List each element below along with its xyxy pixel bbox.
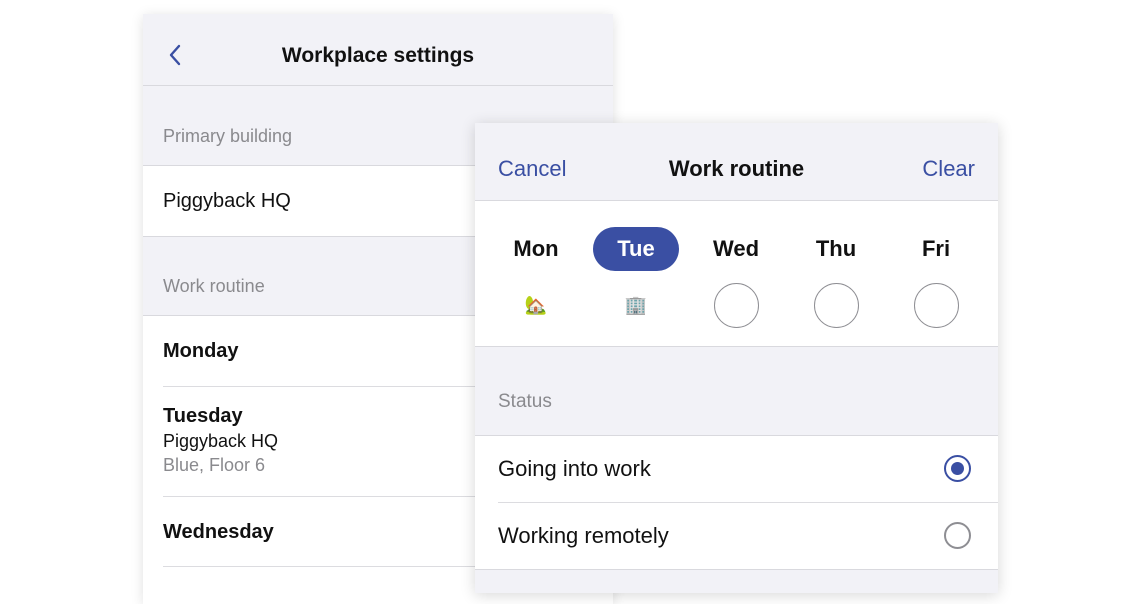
settings-title: Workplace settings [281, 44, 475, 67]
work-routine-modal: Cancel Work routine Clear Mon 🏡 Tue 🏢 We… [475, 123, 998, 593]
option-going-into-work[interactable]: Going into work [475, 436, 998, 503]
settings-header: Workplace settings [143, 14, 613, 86]
work-routine-label: Work routine [163, 276, 265, 296]
empty-status-circle-icon [713, 283, 759, 328]
status-section-label: Status [498, 391, 552, 412]
primary-building-label: Primary building [163, 126, 293, 146]
modal-title: Work routine [668, 156, 805, 181]
day-tab-fri[interactable]: Fri [891, 227, 981, 337]
day-selector: Mon 🏡 Tue 🏢 Wed Thu Fri [475, 201, 998, 347]
option-working-remotely[interactable]: Working remotely [475, 503, 998, 569]
radio-checked-icon[interactable] [944, 455, 971, 482]
house-icon: 🏡 [524, 294, 548, 315]
day-label: Thu [815, 236, 857, 261]
office-building-icon: 🏢 [624, 294, 648, 315]
day-label: Mon [513, 236, 559, 261]
day-tab-tue[interactable]: Tue 🏢 [591, 227, 681, 337]
day-tab-mon[interactable]: Mon 🏡 [491, 227, 581, 337]
empty-status-circle-icon [813, 283, 859, 328]
clear-button[interactable]: Clear [922, 156, 975, 182]
day-tab-wed[interactable]: Wed [691, 227, 781, 337]
radio-unchecked-icon[interactable] [944, 522, 971, 549]
day-label: Wed [712, 236, 760, 261]
option-label: Going into work [498, 456, 651, 481]
day-tab-thu[interactable]: Thu [791, 227, 881, 337]
primary-building-value: Piggyback HQ [163, 190, 291, 212]
modal-header: Cancel Work routine Clear [475, 123, 998, 201]
empty-status-circle-icon [913, 283, 959, 328]
option-label: Working remotely [498, 523, 669, 548]
status-options: Going into work Working remotely [475, 435, 998, 570]
day-label: Fri [921, 236, 951, 261]
day-label: Tue [593, 227, 679, 271]
